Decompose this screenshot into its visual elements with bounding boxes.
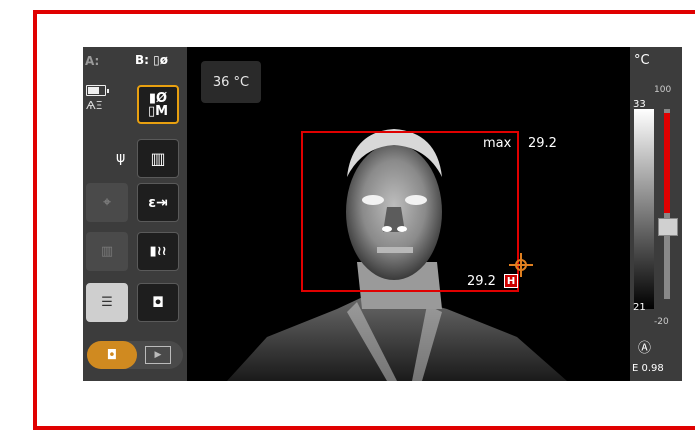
video-mode-icon[interactable]: ▶: [145, 346, 171, 364]
photo-mode-icon[interactable]: ◘: [87, 341, 137, 369]
thermometer-icon: ▯ø: [148, 53, 168, 67]
emissivity-value: E 0.98: [632, 363, 664, 374]
reflected-temp-button[interactable]: ▮≀≀: [137, 232, 179, 271]
auto-scale-icon[interactable]: Ⓐ: [638, 337, 651, 356]
temp-measure-button[interactable]: ▮Ø ▯M: [137, 85, 179, 124]
mode-a-label: A:: [85, 54, 100, 68]
spot-temperature-readout: 36 °C: [201, 61, 261, 103]
no-focus-icon: ѦΞ: [86, 99, 103, 112]
scale-tick-bottom: -20: [654, 317, 669, 327]
left-tool-panel: A: B: ▯ø ѦΞ ψ ▮Ø ▯M ▥ ⌖ ε⇥ ▥ ▮≀≀ ☰ ◘ ◘ ▶: [83, 47, 187, 381]
color-gradient-bar: [634, 109, 654, 309]
max-label: max: [483, 136, 512, 151]
hotspot-value: 29.2: [467, 274, 496, 289]
camera-screen: A: B: ▯ø ѦΞ ψ ▮Ø ▯M ▥ ⌖ ε⇥ ▥ ▮≀≀ ☰ ◘ ◘ ▶…: [83, 47, 682, 381]
usb-icon: ψ: [116, 150, 126, 166]
mode-b-label: B: ▯ø: [135, 53, 168, 67]
measurement-region-box[interactable]: [301, 131, 519, 292]
scale-button[interactable]: ▥: [137, 139, 179, 178]
battery-icon: [86, 85, 109, 96]
spot-target-button[interactable]: ⌖: [86, 183, 128, 222]
emissivity-button[interactable]: ε⇥: [137, 183, 179, 222]
scale-tick-top: 100: [654, 85, 672, 95]
hotspot-crosshair-icon: [509, 253, 533, 277]
thermal-image-view[interactable]: 36 °C max 29.2 29.2 H: [187, 47, 630, 381]
unit-label: °C: [634, 53, 650, 68]
range-slider-handle[interactable]: [658, 218, 678, 236]
capture-mode-toggle: ◘ ▶: [87, 341, 183, 369]
palette-menu-button[interactable]: ☰: [86, 283, 128, 322]
range-highlight: [664, 113, 670, 213]
max-value: 29.2: [528, 136, 557, 151]
photo-button[interactable]: ◘: [137, 283, 179, 322]
scale-dot-button[interactable]: ▥: [86, 232, 128, 271]
temperature-scale-panel: °C 100 33 21 -20 Ⓐ E 0.98: [630, 47, 682, 381]
scale-min-value: 21: [633, 302, 646, 313]
